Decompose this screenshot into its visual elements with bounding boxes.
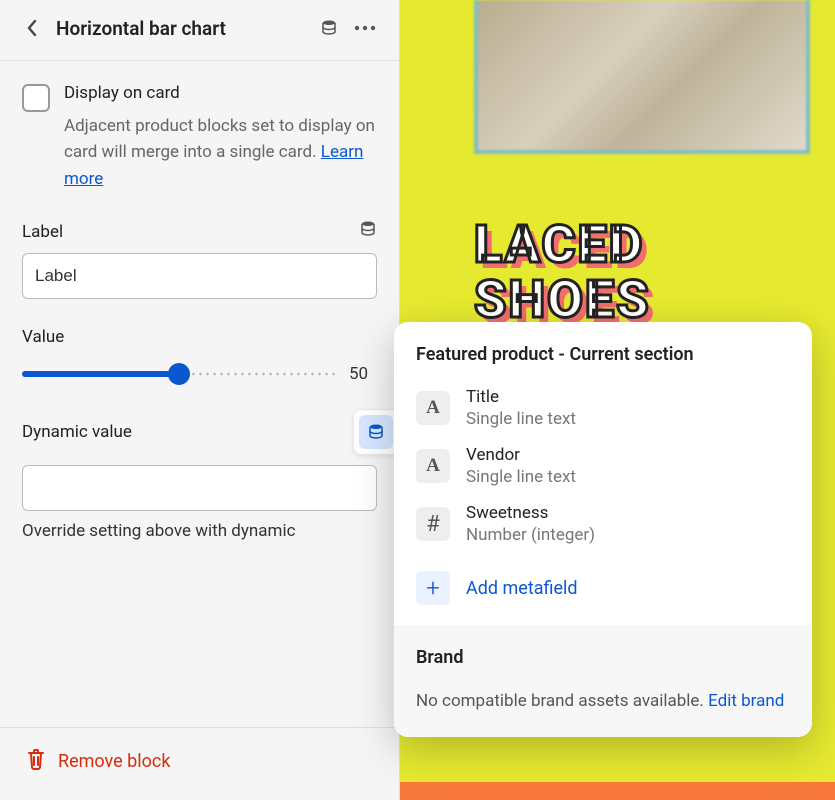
metafield-type: Number (integer) — [466, 525, 595, 545]
metafield-name: Vendor — [466, 445, 576, 465]
add-metafield-button[interactable]: + Add metafield — [394, 555, 812, 625]
dynamic-value-label: Dynamic value — [22, 422, 353, 442]
remove-block-label: Remove block — [58, 751, 170, 772]
metafield-name: Title — [466, 387, 576, 407]
brand-message: No compatible brand assets available. — [416, 691, 708, 711]
metafield-item-title[interactable]: A Title Single line text — [394, 381, 812, 439]
trash-icon — [26, 748, 46, 774]
number-type-icon: # — [416, 507, 450, 541]
metafield-type: Single line text — [466, 409, 576, 429]
preview-product-image — [474, 0, 810, 154]
panel-title: Horizontal bar chart — [56, 17, 309, 40]
connect-dynamic-source-button[interactable] — [353, 409, 399, 455]
display-on-card-help: Adjacent product blocks set to display o… — [64, 113, 377, 192]
dynamic-source-popover: Featured product - Current section A Tit… — [394, 322, 812, 737]
popover-section-title: Featured product - Current section — [394, 344, 812, 381]
remove-block-button[interactable]: Remove block — [0, 727, 399, 800]
metafield-name: Sweetness — [466, 503, 595, 523]
back-button[interactable] — [18, 14, 46, 42]
database-icon[interactable] — [359, 220, 377, 243]
value-slider[interactable] — [22, 363, 335, 385]
brand-section: Brand No compatible brand assets availab… — [394, 625, 812, 737]
dynamic-override-hint: Override setting above with dynamic — [22, 521, 377, 541]
display-on-card-checkbox[interactable] — [22, 84, 50, 112]
text-type-icon: A — [416, 391, 450, 425]
metafield-item-vendor[interactable]: A Vendor Single line text — [394, 439, 812, 497]
dynamic-value-input[interactable] — [22, 465, 377, 511]
label-field-label: Label — [22, 222, 63, 242]
preview-product-title: LACED SHOES — [474, 218, 835, 327]
add-metafield-label: Add metafield — [466, 578, 578, 599]
metafield-type: Single line text — [466, 467, 576, 487]
plus-icon: + — [416, 571, 450, 605]
preview-bottom-bar — [400, 782, 835, 800]
dynamic-source-header-button[interactable] — [313, 12, 345, 44]
value-slider-readout: 50 — [349, 364, 377, 384]
label-input[interactable] — [22, 253, 377, 299]
text-type-icon: A — [416, 449, 450, 483]
brand-section-title: Brand — [416, 647, 790, 668]
slider-thumb[interactable] — [168, 363, 190, 385]
value-field-label: Value — [22, 327, 64, 347]
display-on-card-label: Display on card — [64, 83, 377, 103]
edit-brand-link[interactable]: Edit brand — [708, 691, 784, 711]
more-menu-button[interactable] — [349, 12, 381, 44]
panel-header: Horizontal bar chart — [0, 0, 399, 61]
metafield-item-sweetness[interactable]: # Sweetness Number (integer) — [394, 497, 812, 555]
settings-panel: Horizontal bar chart Display on card Adj… — [0, 0, 400, 800]
